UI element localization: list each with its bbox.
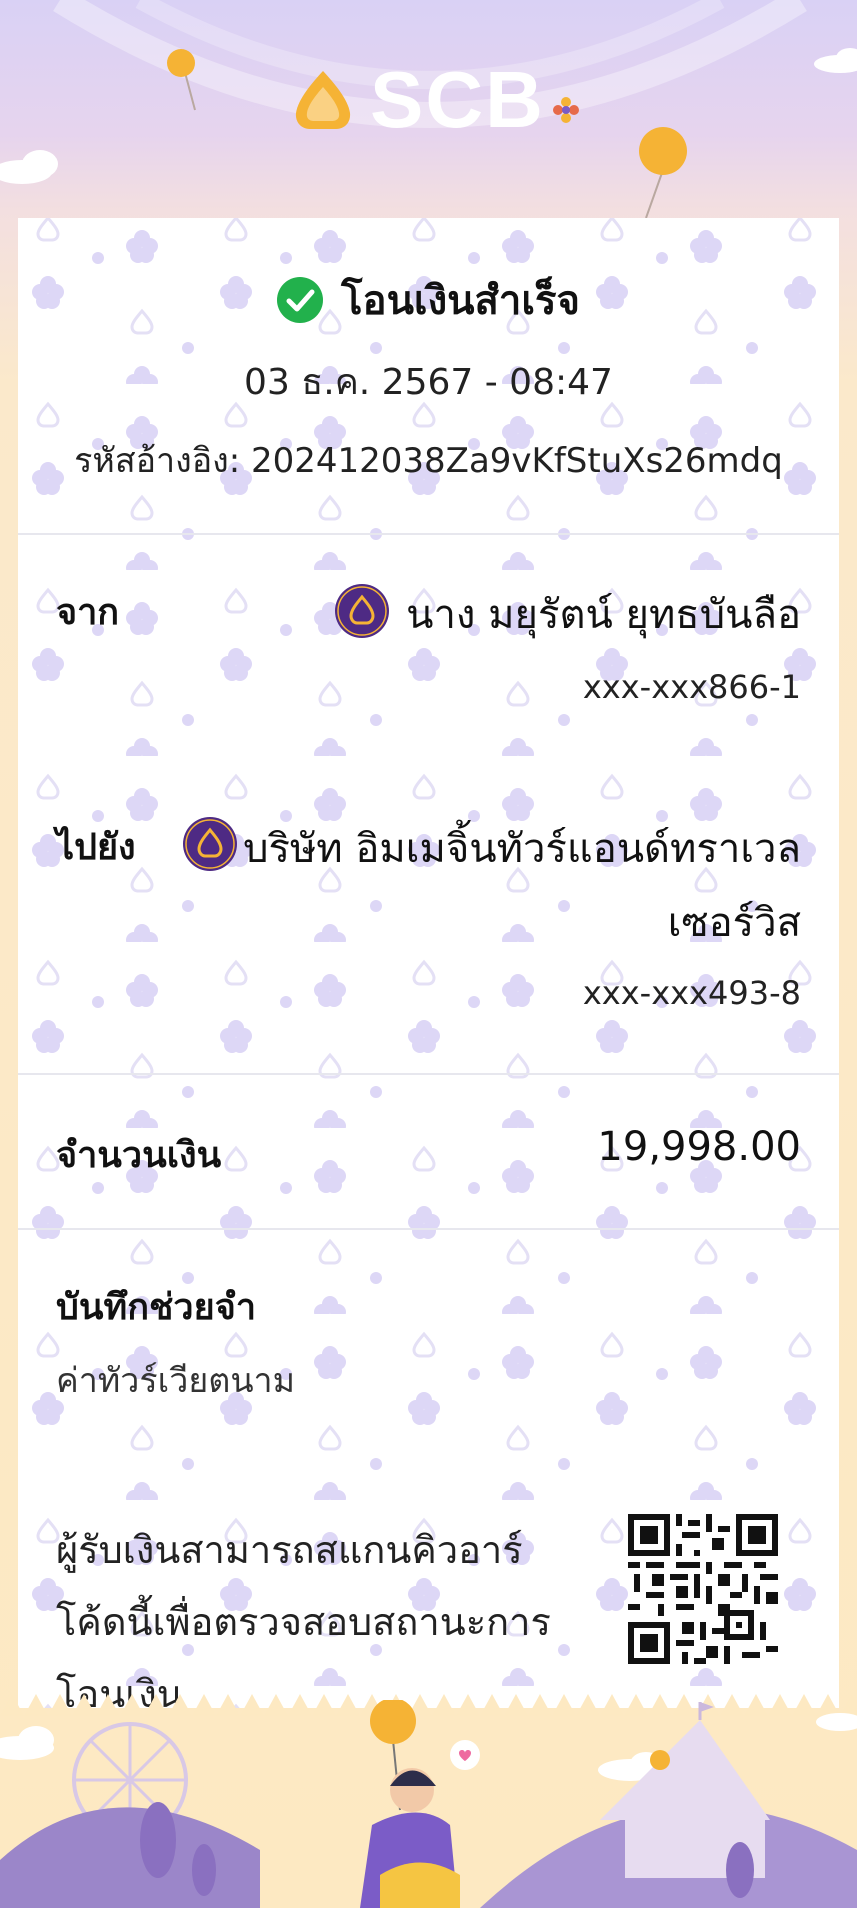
note-label: บันทึกช่วยจำ — [56, 1287, 257, 1328]
divider — [18, 1073, 839, 1075]
sender-name: นาง มยุรัตน์ ยุทธบันลือ — [406, 592, 801, 638]
divider — [18, 533, 839, 535]
qr-message: ผู้รับเงินสามารถสแกนคิวอาร์ โค้ดนี้เพื่อ… — [56, 1514, 596, 1708]
recipient-name-line1: บริษัท อิมเมจิ้นทัวร์แอนด์ทราเวล — [243, 826, 801, 872]
transfer-receipt-card: โอนเงินสำเร็จ 03 ธ.ค. 2567 - 08:47 รหัสอ… — [18, 218, 839, 1708]
scb-logo-icon — [295, 71, 351, 129]
reference-number: รหัสอ้างอิง: 202412038Za9vKfStuXs26mdq — [74, 441, 783, 481]
scb-logo-text: SCB — [370, 55, 545, 144]
recipient-name-line2: เซอร์วิส — [667, 900, 801, 946]
divider — [18, 1228, 839, 1230]
scb-logo: SCB — [290, 60, 583, 140]
status-title: โอนเงินสำเร็จ — [341, 278, 580, 324]
recipient-account: xxx-xxx493-8 — [582, 974, 801, 1012]
amount-value: 19,998.00 — [597, 1124, 801, 1170]
star-icon — [552, 97, 579, 123]
amount-label: จำนวนเงิน — [56, 1135, 222, 1176]
qr-message-line1: ผู้รับเงินสามารถสแกนคิวอาร์ — [56, 1528, 523, 1572]
to-label: ไปยัง — [56, 827, 136, 868]
transfer-status: โอนเงินสำเร็จ — [18, 268, 839, 332]
check-circle-icon — [277, 277, 324, 323]
note-value: ค่าทัวร์เวียตนาม — [56, 1361, 296, 1401]
verification-qr-code — [628, 1514, 778, 1664]
transfer-datetime: 03 ธ.ค. 2567 - 08:47 — [244, 362, 613, 403]
sender-account: xxx-xxx866-1 — [582, 668, 801, 706]
from-label: จาก — [56, 592, 120, 633]
footer-decoration — [0, 1700, 857, 1908]
scb-bank-icon — [335, 584, 389, 638]
scb-bank-icon — [183, 817, 237, 871]
qr-message-line2: โค้ดนี้เพื่อตรวจสอบสถานะการ — [56, 1600, 551, 1644]
